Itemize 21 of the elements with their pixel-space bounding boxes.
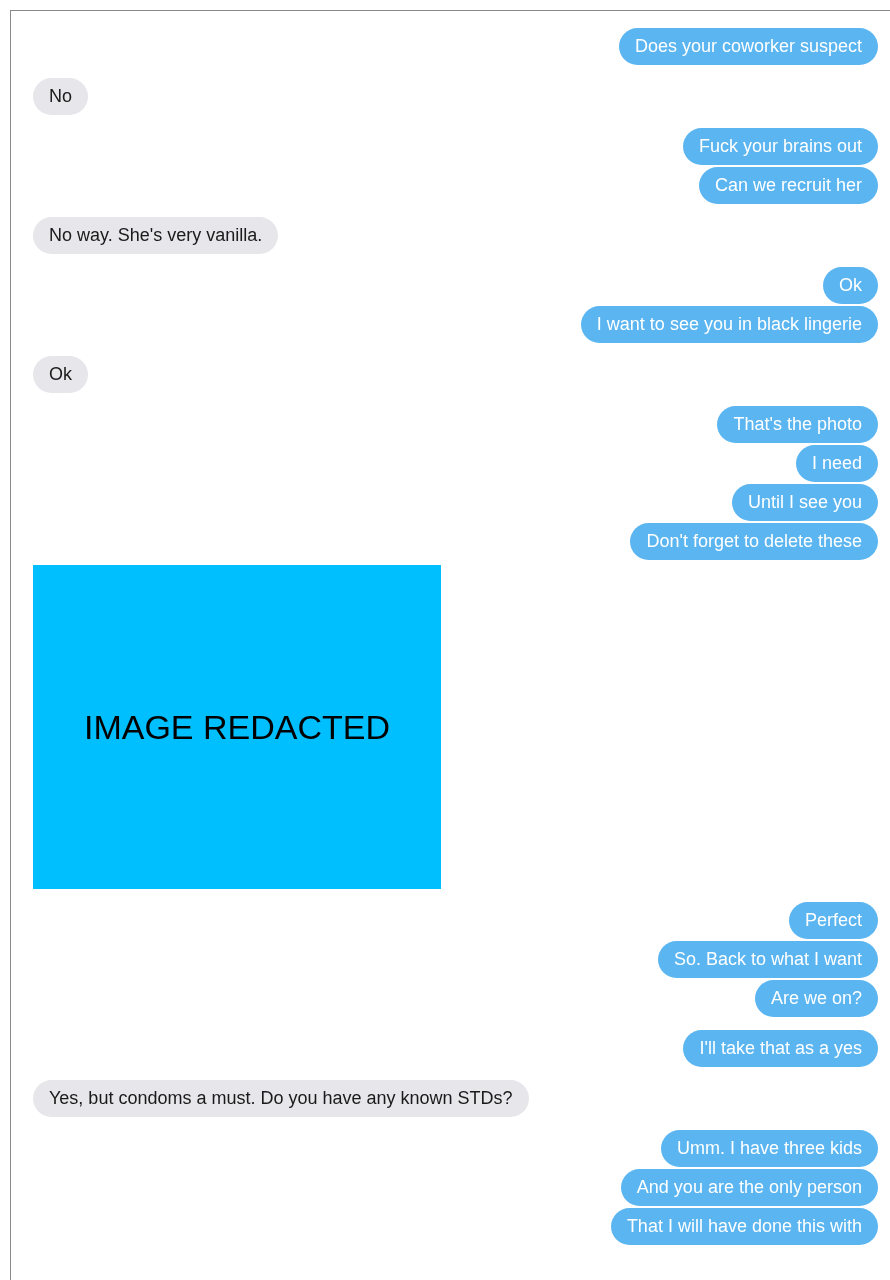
sent-message-bubble: Don't forget to delete these [630,523,878,560]
redacted-image: IMAGE REDACTED [33,565,441,889]
sent-message-bubble: Fuck your brains out [682,128,878,165]
sent-message-bubble: That's the photo [717,406,878,443]
sent-message-bubble: And you are the only person [620,1169,878,1206]
sent-message-bubble: I'll take that as a yes [683,1030,878,1067]
sent-message-bubble: Until I see you [731,484,878,521]
sent-message-bubble: Ok [823,267,878,304]
sent-message-bubble: That I will have done this with [610,1208,878,1245]
received-message-bubble: No [33,78,88,115]
sent-message-bubble: Does your coworker suspect [618,28,878,65]
sent-message-bubble: So. Back to what I want [657,941,878,978]
sent-message-bubble: Perfect [788,902,878,939]
sent-message-bubble: I want to see you in black lingerie [580,306,878,343]
received-message-bubble: Yes, but condoms a must. Do you have any known STDs? [33,1080,529,1117]
sent-message-bubble: I need [795,445,878,482]
sent-message-bubble: Are we on? [754,980,878,1017]
received-message-bubble: No way. She's very vanilla. [33,217,279,254]
sent-message-bubble: Umm. I have three kids [660,1130,878,1167]
sent-message-bubble: Can we recruit her [698,167,878,204]
received-message-bubble: Ok [33,356,88,393]
